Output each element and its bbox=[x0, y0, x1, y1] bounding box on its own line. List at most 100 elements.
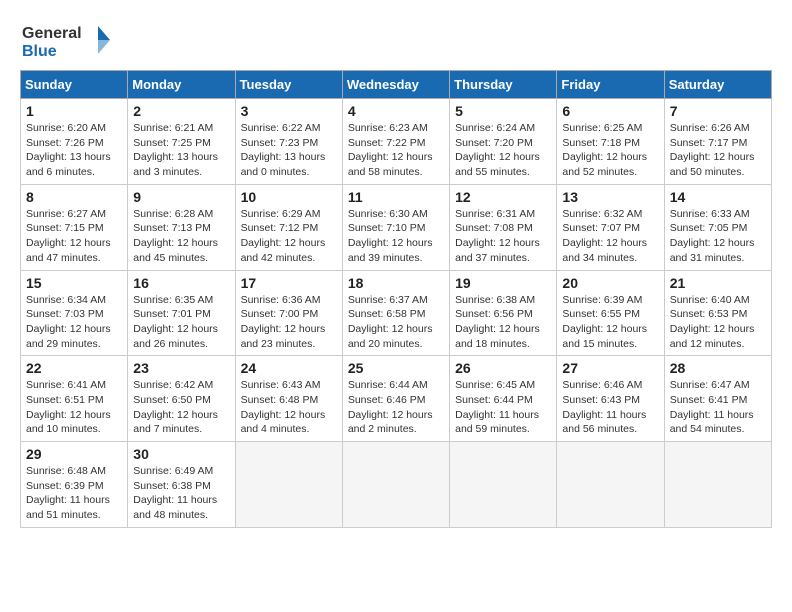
weekday-header-row: SundayMondayTuesdayWednesdayThursdayFrid… bbox=[21, 71, 772, 99]
day-number: 30 bbox=[133, 446, 229, 462]
day-info: Sunrise: 6:37 AMSunset: 6:58 PMDaylight:… bbox=[348, 293, 444, 352]
day-number: 24 bbox=[241, 360, 337, 376]
calendar-day-cell: 11 Sunrise: 6:30 AMSunset: 7:10 PMDayligh… bbox=[342, 184, 449, 270]
calendar-day-cell: 10Sunrise: 6:29 AMSunset: 7:12 PMDayligh… bbox=[235, 184, 342, 270]
calendar-day-cell: 12 Sunrise: 6:31 AMSunset: 7:08 PMDayligh… bbox=[450, 184, 557, 270]
day-info: Sunrise: 6:20 AMSunset: 7:26 PMDaylight:… bbox=[26, 121, 122, 180]
day-info: Sunrise: 6:46 AMSunset: 6:43 PMDaylight:… bbox=[562, 378, 658, 437]
page-header: General Blue bbox=[20, 20, 772, 60]
day-info: Sunrise: 6:24 AMSunset: 7:20 PMDaylight:… bbox=[455, 121, 551, 180]
calendar-day-cell: 13Sunrise: 6:32 AMSunset: 7:07 PMDayligh… bbox=[557, 184, 664, 270]
day-number: 25 bbox=[348, 360, 444, 376]
day-number: 7 bbox=[670, 103, 766, 119]
day-info: Sunrise: 6:31 AMSunset: 7:08 PMDaylight:… bbox=[455, 207, 551, 266]
svg-text:Blue: Blue bbox=[22, 43, 57, 60]
logo-svg: General Blue bbox=[20, 20, 110, 60]
calendar-day-cell: 28 Sunrise: 6:47 AMSunset: 6:41 PMDayligh… bbox=[664, 356, 771, 442]
svg-text:General: General bbox=[22, 25, 82, 42]
day-info: Sunrise: 6:38 AMSunset: 6:56 PMDaylight:… bbox=[455, 293, 551, 352]
day-info: Sunrise: 6:26 AMSunset: 7:17 PMDaylight:… bbox=[670, 121, 766, 180]
day-info: Sunrise: 6:27 AMSunset: 7:15 PMDaylight:… bbox=[26, 207, 122, 266]
day-number: 26 bbox=[455, 360, 551, 376]
day-number: 12 bbox=[455, 189, 551, 205]
weekday-header-cell: Saturday bbox=[664, 71, 771, 99]
calendar-day-cell: 18 Sunrise: 6:37 AMSunset: 6:58 PMDayligh… bbox=[342, 270, 449, 356]
day-number: 8 bbox=[26, 189, 122, 205]
day-info: Sunrise: 6:32 AMSunset: 7:07 PMDaylight:… bbox=[562, 207, 658, 266]
day-number: 1 bbox=[26, 103, 122, 119]
day-number: 18 bbox=[348, 275, 444, 291]
calendar-day-cell: 14 Sunrise: 6:33 AMSunset: 7:05 PMDayligh… bbox=[664, 184, 771, 270]
day-number: 27 bbox=[562, 360, 658, 376]
calendar-day-cell: 3 Sunrise: 6:22 AMSunset: 7:23 PMDaylight… bbox=[235, 99, 342, 185]
calendar-week-row: 15 Sunrise: 6:34 AMSunset: 7:03 PMDayligh… bbox=[21, 270, 772, 356]
calendar-day-cell: 20 Sunrise: 6:39 AMSunset: 6:55 PMDayligh… bbox=[557, 270, 664, 356]
calendar-day-cell: 6Sunrise: 6:25 AMSunset: 7:18 PMDaylight… bbox=[557, 99, 664, 185]
calendar-day-cell: 17 Sunrise: 6:36 AMSunset: 7:00 PMDayligh… bbox=[235, 270, 342, 356]
day-info: Sunrise: 6:39 AMSunset: 6:55 PMDaylight:… bbox=[562, 293, 658, 352]
day-number: 16 bbox=[133, 275, 229, 291]
day-number: 14 bbox=[670, 189, 766, 205]
calendar-day-cell: 26Sunrise: 6:45 AMSunset: 6:44 PMDayligh… bbox=[450, 356, 557, 442]
day-info: Sunrise: 6:40 AMSunset: 6:53 PMDaylight:… bbox=[670, 293, 766, 352]
calendar-day-cell: 2Sunrise: 6:21 AMSunset: 7:25 PMDaylight… bbox=[128, 99, 235, 185]
calendar-day-cell: 24 Sunrise: 6:43 AMSunset: 6:48 PMDayligh… bbox=[235, 356, 342, 442]
day-info: Sunrise: 6:34 AMSunset: 7:03 PMDaylight:… bbox=[26, 293, 122, 352]
calendar-day-cell bbox=[235, 442, 342, 528]
day-number: 4 bbox=[348, 103, 444, 119]
day-info: Sunrise: 6:22 AMSunset: 7:23 PMDaylight:… bbox=[241, 121, 337, 180]
calendar-table: SundayMondayTuesdayWednesdayThursdayFrid… bbox=[20, 70, 772, 528]
day-info: Sunrise: 6:25 AMSunset: 7:18 PMDaylight:… bbox=[562, 121, 658, 180]
day-info: Sunrise: 6:47 AMSunset: 6:41 PMDaylight:… bbox=[670, 378, 766, 437]
calendar-day-cell: 16 Sunrise: 6:35 AMSunset: 7:01 PMDayligh… bbox=[128, 270, 235, 356]
day-info: Sunrise: 6:21 AMSunset: 7:25 PMDaylight:… bbox=[133, 121, 229, 180]
calendar-day-cell bbox=[342, 442, 449, 528]
calendar-week-row: 29 Sunrise: 6:48 AMSunset: 6:39 PMDayligh… bbox=[21, 442, 772, 528]
weekday-header-cell: Friday bbox=[557, 71, 664, 99]
day-number: 19 bbox=[455, 275, 551, 291]
calendar-day-cell bbox=[557, 442, 664, 528]
day-info: Sunrise: 6:43 AMSunset: 6:48 PMDaylight:… bbox=[241, 378, 337, 437]
calendar-day-cell: 8 Sunrise: 6:27 AMSunset: 7:15 PMDaylight… bbox=[21, 184, 128, 270]
weekday-header-cell: Wednesday bbox=[342, 71, 449, 99]
day-number: 3 bbox=[241, 103, 337, 119]
calendar-week-row: 22 Sunrise: 6:41 AMSunset: 6:51 PMDayligh… bbox=[21, 356, 772, 442]
day-info: Sunrise: 6:48 AMSunset: 6:39 PMDaylight:… bbox=[26, 464, 122, 523]
day-info: Sunrise: 6:28 AMSunset: 7:13 PMDaylight:… bbox=[133, 207, 229, 266]
calendar-day-cell: 4 Sunrise: 6:23 AMSunset: 7:22 PMDaylight… bbox=[342, 99, 449, 185]
day-info: Sunrise: 6:35 AMSunset: 7:01 PMDaylight:… bbox=[133, 293, 229, 352]
day-number: 23 bbox=[133, 360, 229, 376]
day-number: 5 bbox=[455, 103, 551, 119]
calendar-day-cell: 7 Sunrise: 6:26 AMSunset: 7:17 PMDaylight… bbox=[664, 99, 771, 185]
day-number: 17 bbox=[241, 275, 337, 291]
day-info: Sunrise: 6:30 AMSunset: 7:10 PMDaylight:… bbox=[348, 207, 444, 266]
day-info: Sunrise: 6:36 AMSunset: 7:00 PMDaylight:… bbox=[241, 293, 337, 352]
day-number: 29 bbox=[26, 446, 122, 462]
calendar-day-cell: 22 Sunrise: 6:41 AMSunset: 6:51 PMDayligh… bbox=[21, 356, 128, 442]
day-info: Sunrise: 6:41 AMSunset: 6:51 PMDaylight:… bbox=[26, 378, 122, 437]
weekday-header-cell: Thursday bbox=[450, 71, 557, 99]
calendar-day-cell: 27 Sunrise: 6:46 AMSunset: 6:43 PMDayligh… bbox=[557, 356, 664, 442]
calendar-day-cell: 21 Sunrise: 6:40 AMSunset: 6:53 PMDayligh… bbox=[664, 270, 771, 356]
day-number: 21 bbox=[670, 275, 766, 291]
day-number: 11 bbox=[348, 189, 444, 205]
calendar-day-cell: 15 Sunrise: 6:34 AMSunset: 7:03 PMDayligh… bbox=[21, 270, 128, 356]
day-number: 22 bbox=[26, 360, 122, 376]
calendar-day-cell bbox=[450, 442, 557, 528]
day-number: 15 bbox=[26, 275, 122, 291]
logo: General Blue bbox=[20, 20, 110, 60]
day-number: 28 bbox=[670, 360, 766, 376]
calendar-day-cell bbox=[664, 442, 771, 528]
day-number: 20 bbox=[562, 275, 658, 291]
day-number: 10 bbox=[241, 189, 337, 205]
calendar-day-cell: 25Sunrise: 6:44 AMSunset: 6:46 PMDayligh… bbox=[342, 356, 449, 442]
day-info: Sunrise: 6:33 AMSunset: 7:05 PMDaylight:… bbox=[670, 207, 766, 266]
calendar-body: 1 Sunrise: 6:20 AMSunset: 7:26 PMDaylight… bbox=[21, 99, 772, 528]
day-info: Sunrise: 6:49 AMSunset: 6:38 PMDaylight:… bbox=[133, 464, 229, 523]
day-info: Sunrise: 6:42 AMSunset: 6:50 PMDaylight:… bbox=[133, 378, 229, 437]
day-info: Sunrise: 6:23 AMSunset: 7:22 PMDaylight:… bbox=[348, 121, 444, 180]
calendar-week-row: 1 Sunrise: 6:20 AMSunset: 7:26 PMDaylight… bbox=[21, 99, 772, 185]
weekday-header-cell: Sunday bbox=[21, 71, 128, 99]
calendar-day-cell: 29 Sunrise: 6:48 AMSunset: 6:39 PMDayligh… bbox=[21, 442, 128, 528]
calendar-week-row: 8 Sunrise: 6:27 AMSunset: 7:15 PMDaylight… bbox=[21, 184, 772, 270]
